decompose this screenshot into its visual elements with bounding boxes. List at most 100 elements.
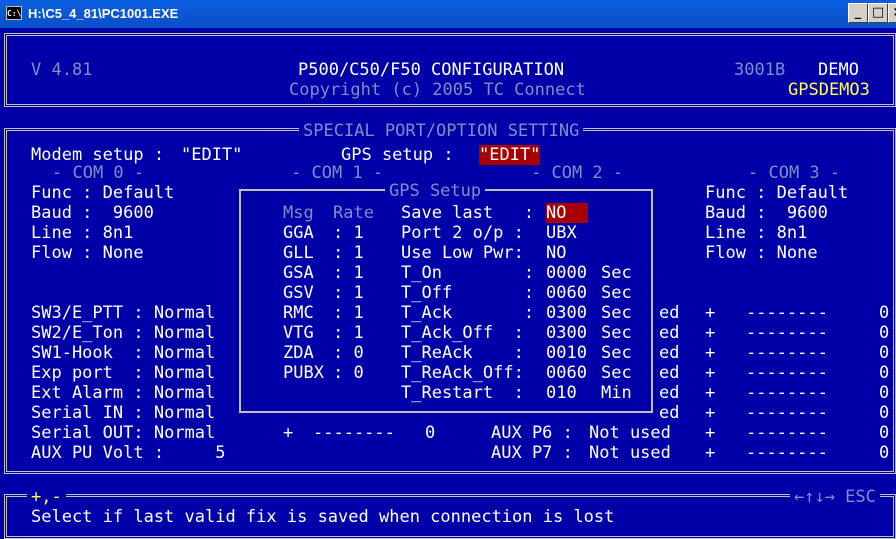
- msg-rmc[interactable]: RMC: [283, 303, 314, 323]
- gps-setting-t-reack-label: T_ReAck :: [401, 343, 524, 363]
- com0-baud[interactable]: Baud : 9600: [31, 203, 154, 223]
- gps-setting-t-restart-unit: Min: [601, 383, 632, 403]
- gps-setting-save-last-label: Save last :: [401, 203, 535, 223]
- counter-row: + -------- 0: [705, 403, 890, 423]
- com3-flow[interactable]: Flow : None: [705, 243, 818, 263]
- setting-exp-port[interactable]: Exp port : Normal: [31, 363, 215, 383]
- close-button[interactable]: ×: [888, 3, 896, 23]
- com3-header: - COM 3 -: [748, 163, 841, 183]
- maximize-button[interactable]: □: [868, 3, 888, 23]
- gps-setting-port2-label: Port 2 o/p :: [401, 223, 524, 243]
- gps-setting-t-restart-value[interactable]: 010: [546, 383, 577, 403]
- window-title: H:\C5_4_81\PC1001.EXE: [28, 6, 179, 21]
- gps-setting-port2-value[interactable]: UBX: [546, 223, 577, 243]
- com2-truncated-text: ed: [659, 363, 680, 383]
- counter-row: + -------- 0: [705, 423, 890, 443]
- console-icon: C:\: [6, 6, 22, 20]
- product-title: P500/C50/F50 CONFIGURATION: [298, 60, 565, 80]
- unit-id: 3001B: [734, 60, 786, 80]
- console-window: C:\ H:\C5_4_81\PC1001.EXE _ □ × V 4.81 P…: [0, 0, 896, 539]
- setting-ext-alarm[interactable]: Ext Alarm : Normal: [31, 383, 215, 403]
- config-name: GPSDEMO3: [788, 80, 870, 100]
- msg-gll-rate[interactable]: : 1: [333, 243, 364, 263]
- aux-p6-value[interactable]: Not used: [589, 423, 671, 443]
- msg-rmc-rate[interactable]: : 1: [333, 303, 364, 323]
- gps-setup-label: GPS setup :: [341, 145, 454, 165]
- gps-setting-t-off-unit: Sec: [601, 283, 632, 303]
- gps-setting-t-reack-off-value[interactable]: 0060: [546, 363, 587, 383]
- counter-row: + -------- 0: [705, 303, 890, 323]
- setting-aux-pu-volt[interactable]: AUX PU Volt : 5: [31, 443, 226, 463]
- setting-sw2-e-ton[interactable]: SW2/E_Ton : Normal: [31, 323, 215, 343]
- title-bar[interactable]: C:\ H:\C5_4_81\PC1001.EXE _ □ ×: [0, 0, 896, 28]
- com2-truncated-text: ed: [659, 403, 680, 423]
- com3-func[interactable]: Func : Default: [705, 183, 848, 203]
- setting-serial-out[interactable]: Serial OUT: Normal: [31, 423, 215, 443]
- msg-vtg-rate[interactable]: : 1: [333, 323, 364, 343]
- gps-setting-t-on-value[interactable]: 0000: [546, 263, 587, 283]
- msg-gsa-rate[interactable]: : 1: [333, 263, 364, 283]
- gps-setting-t-ack-off-unit: Sec: [601, 323, 632, 343]
- msg-pubx[interactable]: PUBX: [283, 363, 324, 383]
- gps-dialog-title: GPS Setup: [385, 181, 486, 201]
- aux-p6-label: AUX P6 :: [491, 423, 573, 443]
- gps-setting-t-reack-off-label: T_ReAck_Off:: [401, 363, 524, 383]
- gps-setting-t-ack-off-value[interactable]: 0300: [546, 323, 587, 343]
- counter-row: + -------- 0: [705, 383, 890, 403]
- counter-row: + -------- 0: [705, 363, 890, 383]
- msg-gga[interactable]: GGA: [283, 223, 314, 243]
- com2-truncated-text: ed: [659, 383, 680, 403]
- gps-setup-value[interactable]: "EDIT": [479, 145, 541, 165]
- aux-p7-value[interactable]: Not used: [589, 443, 671, 463]
- gps-setting-t-ack-off-label: T_Ack_Off :: [401, 323, 524, 343]
- gps-setting-t-reack-unit: Sec: [601, 343, 632, 363]
- msg-vtg[interactable]: VTG: [283, 323, 314, 343]
- gps-setting-t-reack-value[interactable]: 0010: [546, 343, 587, 363]
- counter-row: + -------- 0: [705, 443, 890, 463]
- msg-zda-rate[interactable]: : 0: [333, 343, 364, 363]
- com3-line[interactable]: Line : 8n1: [705, 223, 807, 243]
- msg-pubx-rate[interactable]: : 0: [333, 363, 364, 383]
- gps-setting-t-on-unit: Sec: [601, 263, 632, 283]
- com1-aux-count: 0: [425, 423, 436, 443]
- footer-keys-right: ←↑↓→ ESC: [790, 487, 880, 507]
- gps-setting-t-off-label: T_Off :: [401, 283, 535, 303]
- msg-gsa[interactable]: GSA: [283, 263, 314, 283]
- modem-setup-value[interactable]: "EDIT": [181, 145, 242, 165]
- com0-flow[interactable]: Flow : None: [31, 243, 144, 263]
- msg-gsv-rate[interactable]: : 1: [333, 283, 364, 303]
- com0-func[interactable]: Func : Default: [31, 183, 174, 203]
- msg-gll[interactable]: GLL: [283, 243, 314, 263]
- com2-truncated-text: ed: [659, 323, 680, 343]
- footer-keys-left: +,-: [27, 487, 66, 507]
- msg-gga-rate[interactable]: : 1: [333, 223, 364, 243]
- gps-setting-t-off-value[interactable]: 0060: [546, 283, 587, 303]
- com1-aux-plus: +: [283, 423, 294, 443]
- gps-setting-low-pwr-label: Use Low Pwr:: [401, 243, 524, 263]
- help-text: Select if last valid fix is saved when c…: [31, 507, 615, 527]
- version-label: V 4.81: [31, 60, 93, 80]
- com1-header: - COM 1 -: [291, 163, 384, 183]
- copyright-text: Copyright (c) 2005 TC Connect: [289, 80, 586, 100]
- msg-zda[interactable]: ZDA: [283, 343, 314, 363]
- gps-col-rate: Rate: [333, 203, 374, 223]
- gps-setting-t-ack-value[interactable]: 0300: [546, 303, 587, 323]
- gps-setting-low-pwr-value[interactable]: NO: [546, 243, 566, 263]
- modem-setup-label: Modem setup :: [31, 145, 165, 165]
- com2-truncated-text: ed: [659, 303, 680, 323]
- msg-gsv[interactable]: GSV: [283, 283, 314, 303]
- com1-aux-dashes: --------: [313, 423, 395, 443]
- com0-header: - COM 0 -: [52, 163, 145, 183]
- com2-truncated-text: ed: [659, 343, 680, 363]
- minimize-button[interactable]: _: [848, 3, 868, 23]
- com3-baud[interactable]: Baud : 9600: [705, 203, 828, 223]
- setting-serial-in[interactable]: Serial IN : Normal: [31, 403, 215, 423]
- setting-sw1-hook[interactable]: SW1-Hook : Normal: [31, 343, 215, 363]
- gps-setting-t-ack-unit: Sec: [601, 303, 632, 323]
- counter-row: + -------- 0: [705, 343, 890, 363]
- gps-setting-t-on-label: T_On :: [401, 263, 535, 283]
- mode-label: DEMO: [818, 60, 859, 80]
- com0-line[interactable]: Line : 8n1: [31, 223, 133, 243]
- setting-sw3-e-ptt[interactable]: SW3/E_PTT : Normal: [31, 303, 215, 323]
- gps-setting-save-last-value[interactable]: NO: [546, 203, 589, 223]
